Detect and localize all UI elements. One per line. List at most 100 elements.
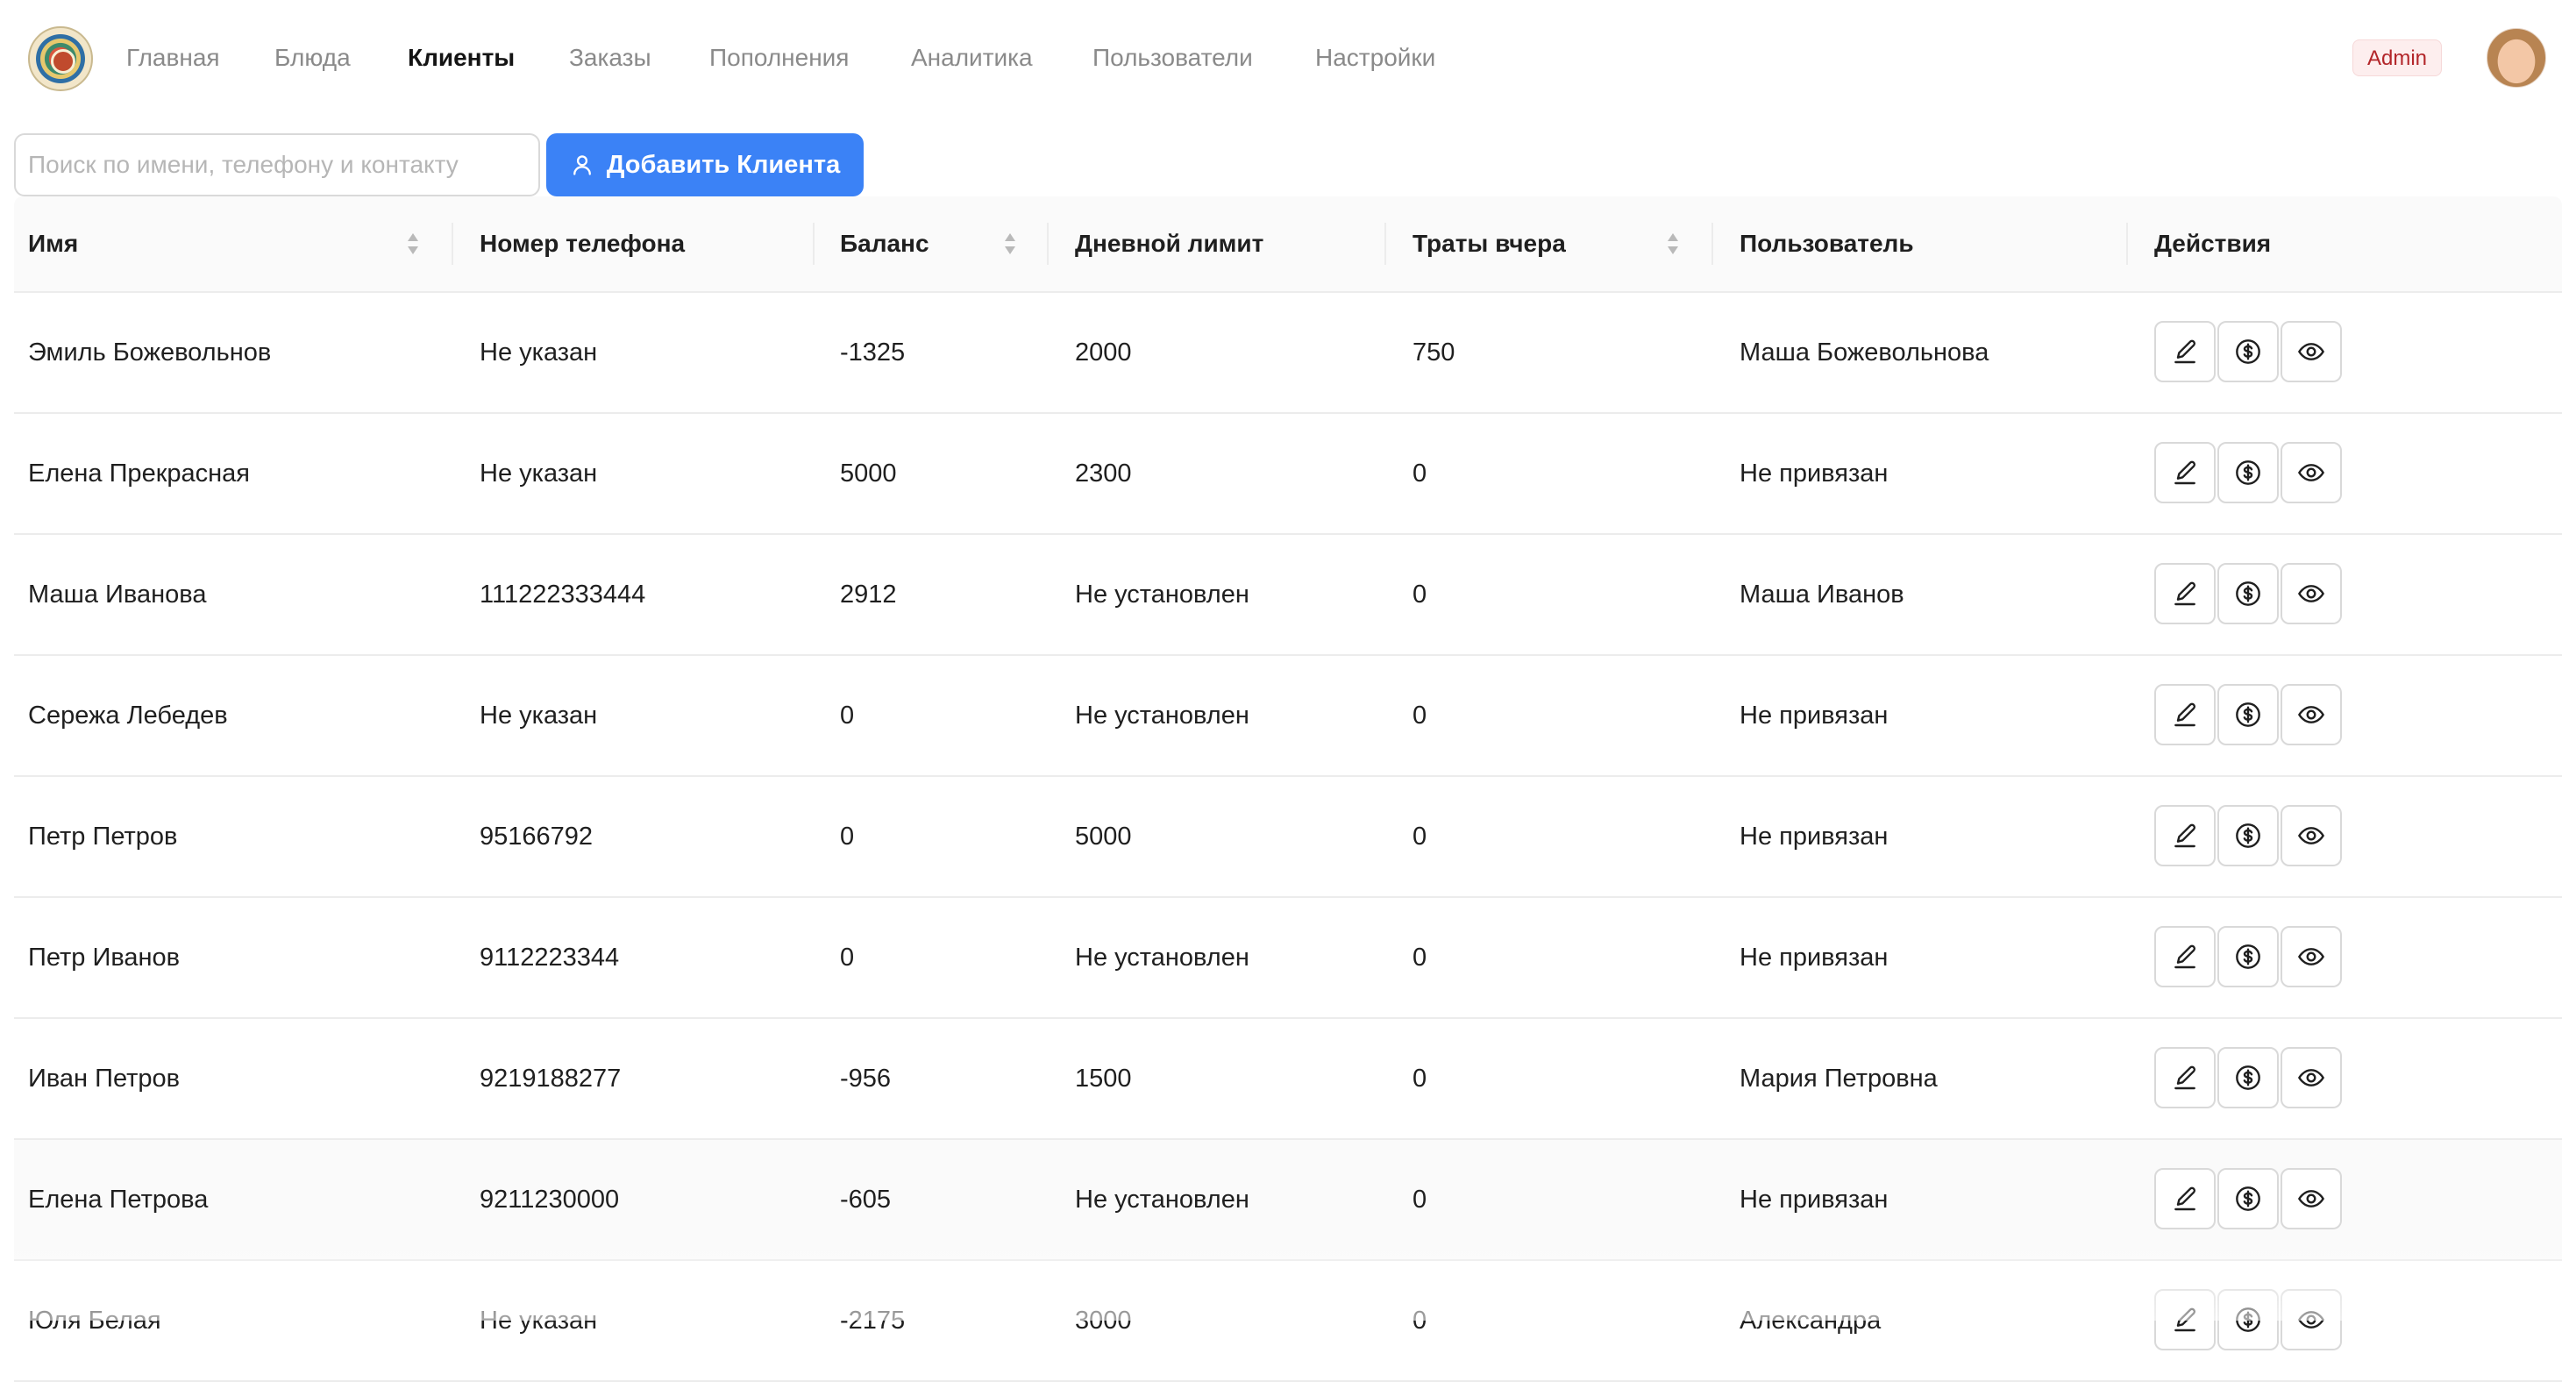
view-button[interactable] xyxy=(2281,805,2342,866)
search-input[interactable] xyxy=(14,133,540,196)
edit-button[interactable] xyxy=(2154,442,2216,503)
cell-user: Не привязан xyxy=(1740,822,1889,851)
balance-button[interactable] xyxy=(2217,926,2279,987)
view-button[interactable] xyxy=(2281,442,2342,503)
column-divider xyxy=(2126,223,2128,265)
edit-icon xyxy=(2171,701,2199,729)
nav-item-analytics[interactable]: Аналитика xyxy=(911,42,1033,74)
cell-phone: 9211230000 xyxy=(480,1185,620,1214)
balance-button[interactable] xyxy=(2217,1047,2279,1108)
view-button[interactable] xyxy=(2281,1168,2342,1229)
nav-item-orders[interactable]: Заказы xyxy=(569,42,651,74)
cell-balance: -2175 xyxy=(840,1306,906,1335)
table-row[interactable]: Сережа Лебедев Не указан 0 Не установлен 0 Не… xyxy=(14,656,2562,777)
table-row[interactable]: Маша Иванова 111222333444 2912 Не установле… xyxy=(14,535,2562,656)
table-row[interactable]: Эмиль Божевольнов Не указан -1325 2000 750 Ма… xyxy=(14,293,2562,414)
eye-icon xyxy=(2297,943,2325,971)
view-button[interactable] xyxy=(2281,563,2342,624)
table-row[interactable]: Елена Прекрасная Не указан 5000 2300 0 Не при… xyxy=(14,414,2562,535)
cell-limit: 2000 xyxy=(1075,338,1132,367)
edit-icon xyxy=(2171,580,2199,608)
table-row[interactable]: Петр Петров 95166792 0 5000 0 Не привязан xyxy=(14,777,2562,898)
balance-button[interactable] xyxy=(2217,805,2279,866)
brand-logo[interactable] xyxy=(28,26,93,91)
edit-button[interactable] xyxy=(2154,1168,2216,1229)
cell-user: Маша Божевольнова xyxy=(1740,338,1989,367)
cell-user: Мария Петровна xyxy=(1740,1064,1938,1093)
edit-button[interactable] xyxy=(2154,1289,2216,1350)
nav-item-settings[interactable]: Настройки xyxy=(1315,42,1435,74)
column-header-spent[interactable]: Траты вчера xyxy=(1413,196,1566,291)
cell-spent: 0 xyxy=(1413,701,1427,730)
dollar-icon xyxy=(2234,580,2262,608)
row-actions xyxy=(2154,805,2344,866)
column-divider xyxy=(1384,223,1386,265)
edit-icon xyxy=(2171,822,2199,850)
row-actions xyxy=(2154,1047,2344,1108)
cell-name: Елена Прекрасная xyxy=(28,459,250,488)
view-button[interactable] xyxy=(2281,1047,2342,1108)
cell-spent: 750 xyxy=(1413,338,1455,367)
nav-item-home[interactable]: Главная xyxy=(126,42,220,74)
cell-phone: 9112223344 xyxy=(480,943,620,972)
column-divider xyxy=(452,223,453,265)
nav-item-topups[interactable]: Пополнения xyxy=(709,42,849,74)
nav-item-users[interactable]: Пользователи xyxy=(1092,42,1253,74)
sort-icon[interactable] xyxy=(405,230,421,258)
cell-balance: 0 xyxy=(840,701,855,730)
cell-limit: Не установлен xyxy=(1075,1185,1249,1214)
table-body: Эмиль Божевольнов Не указан -1325 2000 750 Ма… xyxy=(14,293,2562,1382)
eye-icon xyxy=(2297,701,2325,729)
edit-button[interactable] xyxy=(2154,1047,2216,1108)
edit-button[interactable] xyxy=(2154,805,2216,866)
nav-item-dishes[interactable]: Блюда xyxy=(274,42,351,74)
cell-phone: Не указан xyxy=(480,459,598,488)
nav-item-clients[interactable]: Клиенты xyxy=(408,42,515,74)
cell-balance: 0 xyxy=(840,822,855,851)
row-actions xyxy=(2154,1289,2344,1350)
edit-button[interactable] xyxy=(2154,926,2216,987)
dollar-icon xyxy=(2234,459,2262,487)
column-header-balance[interactable]: Баланс xyxy=(840,196,929,291)
sort-icon[interactable] xyxy=(1002,230,1018,258)
dollar-icon xyxy=(2234,943,2262,971)
column-header-name[interactable]: Имя xyxy=(28,196,78,291)
table-row[interactable]: Петр Иванов 9112223344 0 Не установлен 0 Не п… xyxy=(14,898,2562,1019)
cell-phone: Не указан xyxy=(480,701,598,730)
view-button[interactable] xyxy=(2281,321,2342,382)
eye-icon xyxy=(2297,580,2325,608)
user-icon xyxy=(573,155,591,175)
balance-button[interactable] xyxy=(2217,684,2279,745)
view-button[interactable] xyxy=(2281,926,2342,987)
row-actions xyxy=(2154,563,2344,624)
cell-spent: 0 xyxy=(1413,1064,1427,1093)
balance-button[interactable] xyxy=(2217,1289,2279,1350)
cell-limit: 5000 xyxy=(1075,822,1132,851)
add-client-label: Добавить Клиента xyxy=(606,150,841,179)
dollar-icon xyxy=(2234,1064,2262,1092)
edit-button[interactable] xyxy=(2154,321,2216,382)
row-actions xyxy=(2154,442,2344,503)
sort-icon[interactable] xyxy=(1665,230,1681,258)
cell-name: Эмиль Божевольнов xyxy=(28,338,272,367)
edit-button[interactable] xyxy=(2154,563,2216,624)
table-row[interactable]: Иван Петров 9219188277 -956 1500 0 Мария Петр… xyxy=(14,1019,2562,1140)
balance-button[interactable] xyxy=(2217,563,2279,624)
view-button[interactable] xyxy=(2281,1289,2342,1350)
balance-button[interactable] xyxy=(2217,321,2279,382)
cell-spent: 0 xyxy=(1413,943,1427,972)
row-actions xyxy=(2154,321,2344,382)
table-row[interactable]: Юля Белая Не указан -2175 3000 0 Александра xyxy=(14,1261,2562,1382)
balance-button[interactable] xyxy=(2217,1168,2279,1229)
balance-button[interactable] xyxy=(2217,442,2279,503)
table-row[interactable]: Елена Петрова 9211230000 -605 Не установлен… xyxy=(14,1140,2562,1261)
eye-icon xyxy=(2297,1064,2325,1092)
eye-icon xyxy=(2297,1185,2325,1213)
add-client-button[interactable]: Добавить Клиента xyxy=(546,133,864,196)
edit-button[interactable] xyxy=(2154,684,2216,745)
view-button[interactable] xyxy=(2281,684,2342,745)
user-avatar[interactable] xyxy=(2487,28,2546,88)
row-actions xyxy=(2154,684,2344,745)
cell-user: Маша Иванов xyxy=(1740,580,1904,609)
cell-name: Маша Иванова xyxy=(28,580,207,609)
